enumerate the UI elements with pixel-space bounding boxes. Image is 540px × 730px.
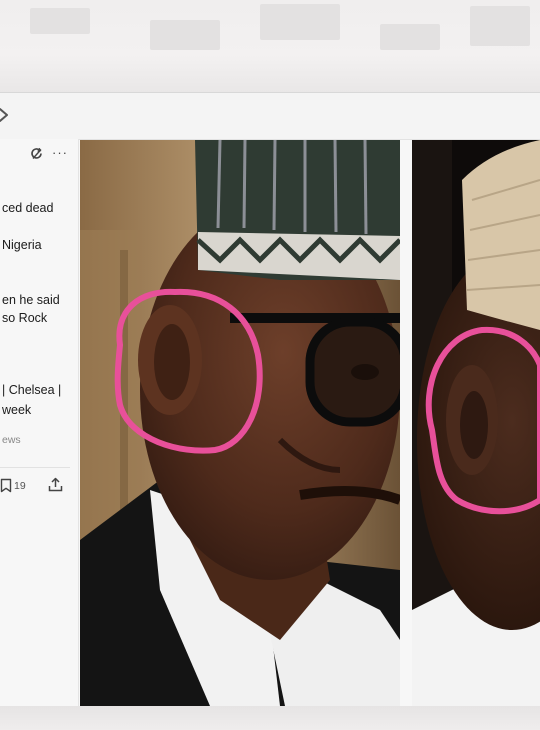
bookmark-icon[interactable] xyxy=(0,478,12,493)
post-text-line: Nigeria xyxy=(2,238,42,252)
post-source[interactable]: ews xyxy=(2,434,21,446)
post-text-line: en he said xyxy=(2,293,60,307)
post-text-line: ced dead xyxy=(2,201,54,215)
bookmark-count: 19 xyxy=(14,480,26,492)
post-text-line: week xyxy=(2,403,32,417)
post-text-line: so Rock xyxy=(2,311,48,325)
chevron-left-icon[interactable] xyxy=(0,105,18,125)
photo-man-glasses-circled-ear[interactable] xyxy=(80,140,400,706)
background-blur-bottom xyxy=(0,706,540,730)
toolbar xyxy=(0,93,540,140)
more-icon[interactable]: ··· xyxy=(52,146,68,159)
photo-man-cap-circled-ear[interactable] xyxy=(412,140,540,706)
background-blur xyxy=(0,0,540,92)
share-icon[interactable] xyxy=(48,477,63,492)
refresh-icon[interactable] xyxy=(30,147,44,161)
post-panel: ··· ced dead Nigeria en he said so Rock … xyxy=(0,139,79,707)
post-text-line: | Chelsea | xyxy=(2,383,62,397)
divider xyxy=(0,467,70,468)
